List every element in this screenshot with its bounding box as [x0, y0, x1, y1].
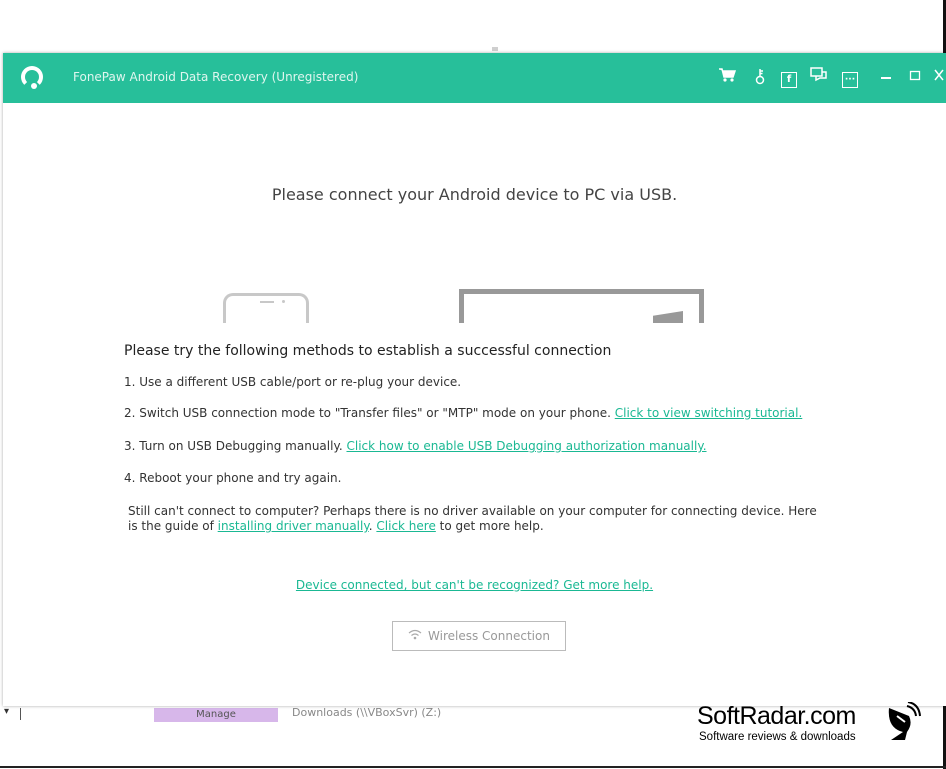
app-logo-dot	[31, 83, 37, 89]
title-bar: FonePaw Android Data Recovery (Unregiste…	[3, 53, 946, 103]
step-text: 3. Turn on USB Debugging manually.	[124, 439, 347, 453]
driver-note: Still can't connect to computer? Perhaps…	[128, 504, 828, 534]
softradar-watermark: SoftRadar.com Software reviews & downloa…	[697, 702, 927, 748]
background-explorer-strip: ▾ Manage Downloads (\\VBoxSvr) (Z:)	[0, 706, 690, 722]
step-text: 2. Switch USB connection mode to "Transf…	[124, 406, 615, 420]
click-here-link[interactable]: Click here	[376, 519, 435, 533]
troubleshooting-title: Please try the following methods to esta…	[124, 343, 612, 359]
windows-logo-icon	[653, 311, 683, 323]
step-4: 4. Reboot your phone and try again.	[124, 471, 341, 485]
manage-tab[interactable]: Manage	[154, 708, 278, 722]
step-1: 1. Use a different USB cable/port or re-…	[124, 375, 461, 389]
watermark-tagline: Software reviews & downloads	[699, 731, 856, 743]
satellite-dish-icon	[888, 702, 921, 740]
drive-path: Downloads (\\VBoxSvr) (Z:)	[292, 706, 442, 719]
step-2: 2. Switch USB connection mode to "Transf…	[124, 406, 802, 420]
maximize-button[interactable]	[908, 67, 922, 87]
window-title: FonePaw Android Data Recovery (Unregiste…	[73, 70, 359, 84]
note-text: to get more help.	[435, 519, 544, 533]
recognize-help-link[interactable]: Device connected, but can't be recognize…	[296, 578, 653, 592]
phone-camera	[282, 300, 285, 303]
watermark-name: SoftRadar.com	[697, 702, 856, 730]
dropdown-arrow-icon: ▾	[4, 706, 10, 717]
taskbar-edge	[0, 766, 946, 768]
step-text: 4. Reboot your phone and try again.	[124, 471, 342, 485]
install-driver-link[interactable]: installing driver manually	[218, 519, 369, 533]
facebook-icon[interactable]: f	[780, 67, 798, 88]
key-icon[interactable]	[752, 67, 768, 87]
computer-illustration	[459, 289, 704, 323]
close-button[interactable]	[933, 67, 945, 87]
cart-icon[interactable]	[717, 67, 737, 87]
switching-tutorial-link[interactable]: Click to view switching tutorial.	[615, 406, 803, 420]
feedback-icon[interactable]	[809, 67, 829, 87]
page-title: Please connect your Android device to PC…	[271, 185, 678, 204]
wireless-connection-button[interactable]: Wireless Connection	[392, 621, 566, 651]
menu-icon[interactable]: ···	[841, 67, 859, 88]
usb-debugging-link[interactable]: Click how to enable USB Debugging author…	[346, 439, 706, 453]
phone-illustration	[223, 293, 309, 323]
divider	[20, 708, 21, 720]
step-text: 1. Use a different USB cable/port or re-…	[124, 375, 462, 389]
phone-speaker	[260, 301, 274, 303]
recognize-help-row: Device connected, but can't be recognize…	[3, 578, 946, 592]
app-window: FonePaw Android Data Recovery (Unregiste…	[3, 53, 946, 706]
wifi-icon	[408, 623, 422, 651]
minimize-button[interactable]	[879, 67, 893, 87]
wireless-button-label: Wireless Connection	[428, 629, 550, 643]
background-mark	[492, 47, 498, 51]
step-3: 3. Turn on USB Debugging manually. Click…	[124, 439, 707, 453]
